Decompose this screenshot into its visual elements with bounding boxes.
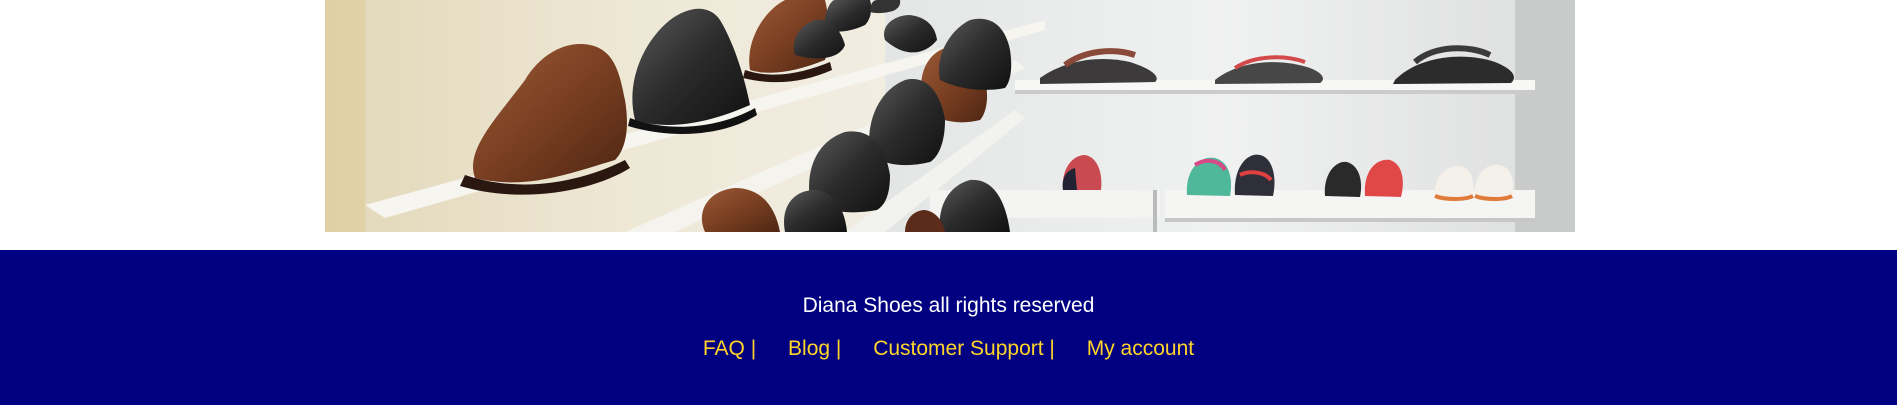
page: Diana Shoes all rights reserved FAQ | Bl… xyxy=(0,0,1897,407)
footer-link-faq[interactable]: FAQ | xyxy=(703,337,756,360)
shoe-shelves-photo xyxy=(325,0,1575,232)
footer-links: FAQ | Blog | Customer Support | My accou… xyxy=(0,337,1897,361)
hero-image xyxy=(325,0,1575,232)
footer-link-blog[interactable]: Blog | xyxy=(788,337,841,360)
footer-link-customer-support[interactable]: Customer Support | xyxy=(873,337,1055,360)
site-footer: Diana Shoes all rights reserved FAQ | Bl… xyxy=(0,250,1897,405)
footer-copyright: Diana Shoes all rights reserved xyxy=(802,294,1095,317)
footer-link-my-account[interactable]: My account xyxy=(1087,337,1194,360)
